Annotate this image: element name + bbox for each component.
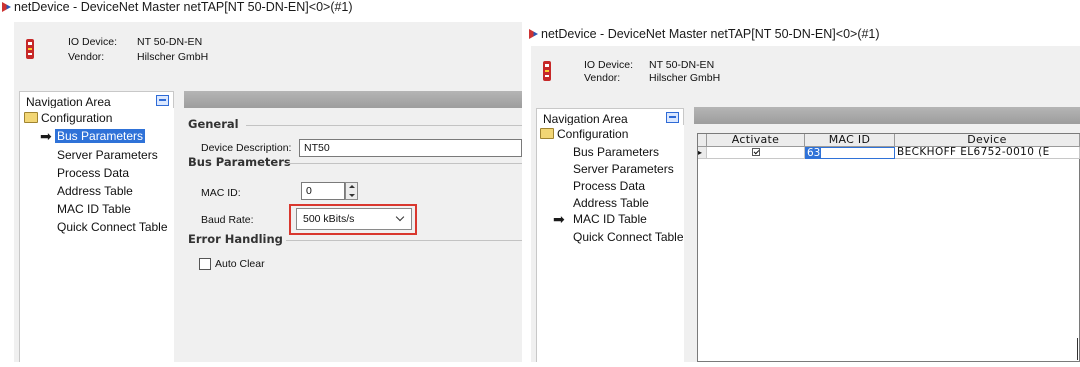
column-header-activate[interactable]: Activate <box>707 134 805 147</box>
io-device-label: IO Device: <box>68 36 118 48</box>
folder-icon <box>24 112 38 123</box>
auto-clear-label: Auto Clear <box>215 258 265 270</box>
text-cursor <box>1077 338 1078 360</box>
row-indicator-icon: ▸ <box>698 147 707 159</box>
tree-item-quick-connect-table[interactable]: Quick Connect Table <box>571 230 686 244</box>
io-device-label: IO Device: <box>584 59 634 71</box>
tree-item-server-parameters[interactable]: Server Parameters <box>571 162 676 176</box>
bus-parameters-group-line <box>288 163 522 164</box>
tree-item-address-table[interactable]: Address Table <box>55 184 135 198</box>
tree-item-server-parameters[interactable]: Server Parameters <box>55 148 160 162</box>
activate-cell[interactable] <box>707 147 805 159</box>
left-window-title: netDevice - DeviceNet Master netTAP[NT 5… <box>2 0 353 14</box>
activate-checkbox[interactable] <box>751 148 760 156</box>
mac-id-table <box>697 133 1080 362</box>
navigation-area-header: Navigation Area <box>19 91 174 109</box>
row-header-corner <box>698 134 707 147</box>
tree-item-configuration[interactable]: Configuration <box>538 127 630 141</box>
mac-id-input[interactable]: 0 <box>301 182 345 200</box>
navigation-area-header: Navigation Area <box>536 108 684 126</box>
mac-id-spinner[interactable] <box>345 182 358 200</box>
tree-item-quick-connect-table[interactable]: Quick Connect Table <box>55 220 170 234</box>
vendor-label: Vendor: <box>68 51 105 63</box>
tree-item-bus-parameters[interactable]: Bus Parameters <box>55 129 146 143</box>
device-description-input[interactable]: NT50 <box>299 139 522 157</box>
selection-arrow-icon: ➡ <box>553 211 565 227</box>
io-device-value: NT 50-DN-EN <box>649 59 715 71</box>
right-window-title: netDevice - DeviceNet Master netTAP[NT 5… <box>529 27 880 41</box>
collapse-panel-icon[interactable] <box>666 112 679 123</box>
column-header-device[interactable]: Device <box>895 134 1080 147</box>
column-header-mac-id[interactable]: MAC ID <box>805 134 895 147</box>
page-banner <box>694 107 1080 124</box>
tree-item-process-data[interactable]: Process Data <box>571 179 647 193</box>
tree-item-process-data[interactable]: Process Data <box>55 166 131 180</box>
vendor-value: Hilscher GmbH <box>649 72 721 84</box>
auto-clear-checkbox[interactable] <box>199 258 211 270</box>
io-device-value: NT 50-DN-EN <box>137 36 203 48</box>
vendor-value: Hilscher GmbH <box>137 51 209 63</box>
app-icon <box>529 29 538 39</box>
general-group-title: General <box>188 117 239 131</box>
folder-icon <box>540 128 554 139</box>
bus-parameters-group-title: Bus Parameters <box>188 155 291 169</box>
device-cell[interactable]: BECKHOFF EL6752-0010 (E <box>895 147 1080 159</box>
chevron-down-icon <box>395 212 405 222</box>
tree-item-bus-parameters[interactable]: Bus Parameters <box>571 145 661 159</box>
baud-rate-select[interactable]: 500 kBits/s <box>296 208 412 230</box>
error-handling-group-line <box>286 240 522 241</box>
general-group-line <box>246 125 522 126</box>
tree-item-mac-id-table[interactable]: MAC ID Table <box>55 202 133 216</box>
device-icon <box>26 39 34 59</box>
tree-item-configuration[interactable]: Configuration <box>22 111 114 125</box>
page-banner <box>184 91 522 108</box>
app-icon <box>2 2 11 12</box>
baud-rate-label: Baud Rate: <box>201 214 254 226</box>
error-handling-group-title: Error Handling <box>188 232 283 246</box>
tree-item-address-table[interactable]: Address Table <box>571 196 651 210</box>
selection-arrow-icon: ➡ <box>40 128 52 144</box>
navigation-area-title: Navigation Area <box>26 95 111 109</box>
mac-id-cell[interactable]: 63 <box>805 147 895 159</box>
mac-id-label: MAC ID: <box>201 187 241 199</box>
collapse-panel-icon[interactable] <box>156 95 169 106</box>
vendor-label: Vendor: <box>584 72 621 84</box>
device-icon <box>543 61 551 81</box>
tree-item-mac-id-table[interactable]: MAC ID Table <box>571 212 649 226</box>
navigation-tree <box>19 108 174 362</box>
navigation-area-title: Navigation Area <box>543 112 628 126</box>
device-description-label: Device Description: <box>201 142 292 154</box>
